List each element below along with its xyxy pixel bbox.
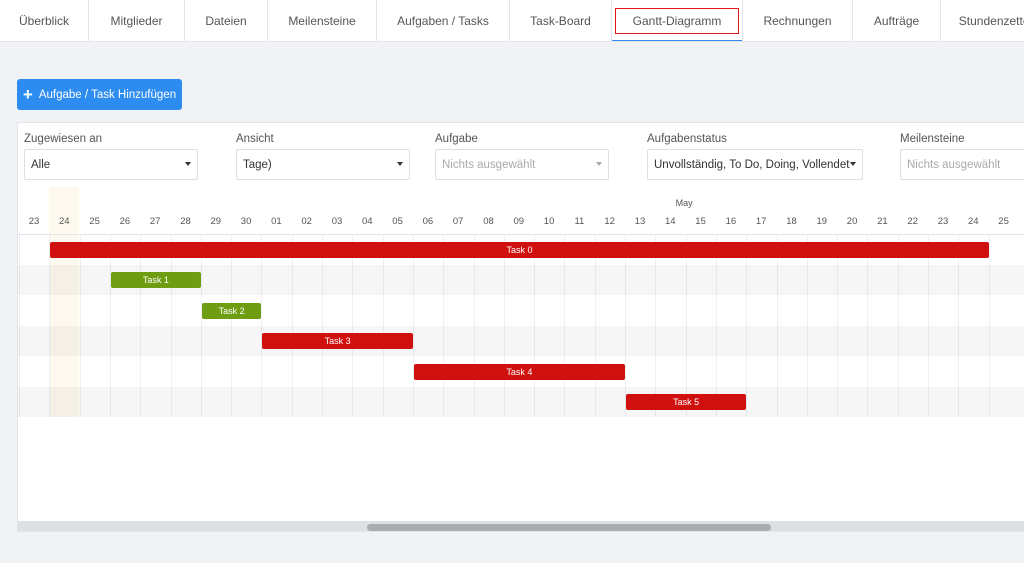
plus-icon: + xyxy=(22,85,33,104)
day-label: 27 xyxy=(149,216,161,227)
day-label: 18 xyxy=(786,216,797,227)
chevron-down-icon xyxy=(185,162,191,166)
tab-ueberblick-label: Überblick xyxy=(18,14,69,28)
chevron-down-icon xyxy=(850,162,856,166)
day-label: 23 xyxy=(937,216,949,227)
gantt-chart: May 23 24 25 26 27 28 29 30 01 02 03 04 05 06 07 08 09 10… xyxy=(18,187,1024,531)
day-label: 06 xyxy=(422,216,434,227)
gantt-panel: Zugewiesen an Alle Ansicht Tage) Aufgabe Nich… xyxy=(17,122,1024,532)
day-label: 05 xyxy=(392,216,403,227)
view-select-value: Tage) xyxy=(243,158,272,171)
task-bar-4[interactable]: Task 4 xyxy=(413,363,625,380)
view-select[interactable]: Tage) xyxy=(236,149,410,180)
day-label: 17 xyxy=(755,216,767,227)
tab-aufgaben-label: Aufgaben / Tasks xyxy=(397,14,489,28)
day-label: 04 xyxy=(362,216,373,227)
task-select-value: Nichts ausgewählt xyxy=(442,158,536,171)
tab-task-board-label: Task-Board xyxy=(530,14,591,28)
tab-auftraege[interactable]: Aufträge xyxy=(853,0,941,41)
day-label: 03 xyxy=(331,216,343,227)
task-bar-5[interactable]: Task 5 xyxy=(626,394,747,410)
day-label: 09 xyxy=(513,216,525,227)
day-label: 20 xyxy=(846,216,858,227)
tab-stundenzettel-label: Stundenzettel xyxy=(958,14,1024,28)
task-select[interactable]: Nichts ausgewählt xyxy=(435,149,609,180)
gantt-row: Task 2 xyxy=(18,296,1024,326)
filter-label: Meilensteine xyxy=(900,133,965,145)
chevron-down-icon xyxy=(397,162,403,166)
day-label: 16 xyxy=(725,216,737,227)
tab-auftraege-label: Aufträge xyxy=(873,14,920,28)
day-label: 07 xyxy=(452,216,464,227)
tab-meilensteine-label: Meilensteine xyxy=(288,14,356,28)
tab-dateien-label: Dateien xyxy=(205,14,247,28)
tab-dateien[interactable]: Dateien xyxy=(185,0,268,41)
day-label: 26 xyxy=(119,216,131,227)
horizontal-scrollbar[interactable] xyxy=(18,521,1024,531)
add-task-button-label: Aufgabe / Task Hinzufügen xyxy=(38,88,177,101)
day-label: 08 xyxy=(483,216,494,227)
task-bar-3[interactable]: Task 3 xyxy=(262,333,413,350)
tab-gantt-label: Gantt-Diagramm xyxy=(614,8,740,34)
day-label: 29 xyxy=(210,216,222,227)
assigned-to-select[interactable]: Alle xyxy=(24,149,198,180)
task-status-select[interactable]: Unvollständig, To Do, Doing, Vollendet xyxy=(647,149,863,180)
day-label: 24 xyxy=(968,216,979,227)
gantt-row: Task 4 xyxy=(18,357,1024,387)
add-task-button[interactable]: + Aufgabe / Task Hinzufügen xyxy=(17,79,182,110)
day-label: 21 xyxy=(877,216,888,227)
tab-stundenzettel[interactable]: Stundenzettel xyxy=(941,0,1024,41)
tab-meilensteine[interactable]: Meilensteine xyxy=(268,0,377,41)
gantt-row: Task 3 xyxy=(18,326,1024,356)
day-label: 28 xyxy=(180,216,191,227)
filter-label: Zugewiesen an xyxy=(24,133,102,145)
task-bar-2[interactable]: Task 2 xyxy=(201,302,262,319)
chevron-down-icon xyxy=(596,162,602,166)
task-status-select-value: Unvollständig, To Do, Doing, Vollendet xyxy=(654,158,850,171)
day-label: 23 xyxy=(28,216,40,227)
tab-bar: Überblick Mitglieder Dateien Meilensteine Au… xyxy=(0,0,1024,42)
tab-task-board[interactable]: Task-Board xyxy=(510,0,612,41)
milestones-select[interactable]: Nichts ausgewählt xyxy=(900,149,1024,180)
day-label: 25 xyxy=(89,216,100,227)
day-label: 02 xyxy=(301,216,312,227)
assigned-to-select-value: Alle xyxy=(31,158,51,171)
filter-label: Ansicht xyxy=(236,133,274,145)
day-label: 22 xyxy=(907,216,918,227)
day-label: 12 xyxy=(604,216,615,227)
gantt-row: Task 1 xyxy=(18,265,1024,295)
tab-ueberblick[interactable]: Überblick xyxy=(0,0,89,41)
task-bar-0[interactable]: Task 0 xyxy=(50,242,989,258)
scrollbar-thumb[interactable] xyxy=(367,524,771,531)
task-bar-1[interactable]: Task 1 xyxy=(110,272,201,289)
filter-label: Aufgabe xyxy=(435,133,478,145)
day-label: 15 xyxy=(695,216,706,227)
month-label: May xyxy=(675,198,693,208)
tab-aufgaben[interactable]: Aufgaben / Tasks xyxy=(377,0,510,41)
tab-rechnungen[interactable]: Rechnungen xyxy=(743,0,853,41)
tab-mitglieder-label: Mitglieder xyxy=(110,14,163,28)
gantt-row: Task 0 xyxy=(18,235,1024,265)
day-label: 25 xyxy=(998,216,1009,227)
filter-label: Aufgabenstatus xyxy=(647,133,727,145)
gantt-row: Task 5 xyxy=(18,387,1024,417)
day-label: 30 xyxy=(240,216,252,227)
tab-gantt[interactable]: Gantt-Diagramm xyxy=(612,0,743,41)
day-label: 24 xyxy=(59,216,70,227)
tab-mitglieder[interactable]: Mitglieder xyxy=(89,0,185,41)
tab-rechnungen-label: Rechnungen xyxy=(763,14,832,28)
day-label: 19 xyxy=(816,216,828,227)
day-label: 10 xyxy=(543,216,555,227)
milestones-select-value: Nichts ausgewählt xyxy=(907,158,1001,171)
day-label: 13 xyxy=(634,216,646,227)
day-label: 14 xyxy=(665,216,676,227)
day-label: 11 xyxy=(574,216,585,227)
day-label: 01 xyxy=(271,216,282,227)
